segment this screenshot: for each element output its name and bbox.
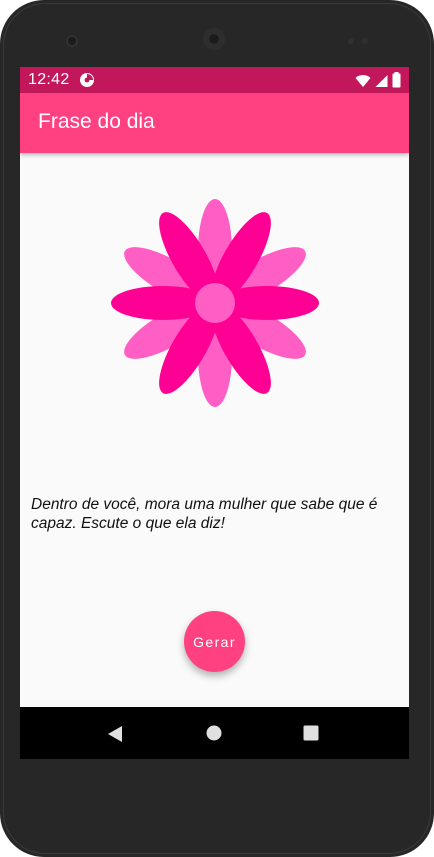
app-title: Frase do dia: [38, 110, 155, 133]
earpiece-speaker: [203, 28, 225, 50]
recents-icon[interactable]: [303, 725, 319, 745]
back-icon[interactable]: [107, 725, 123, 747]
front-camera: [66, 35, 78, 47]
generate-button[interactable]: Gerar: [184, 611, 245, 672]
quote-text: Dentro de você, mora uma mulher que sabe…: [31, 496, 378, 532]
app-bar: Frase do dia: [20, 93, 409, 153]
wifi-icon: [355, 73, 371, 92]
flower-icon: [111, 199, 319, 411]
notification-icon: [79, 72, 95, 92]
phone-frame: 12:42 Frase do dia Dentro de você, mora …: [0, 0, 434, 857]
light-sensor: [362, 38, 368, 44]
battery-icon: [392, 72, 401, 92]
signal-icon: [375, 73, 388, 92]
proximity-sensor: [348, 38, 354, 44]
navigation-bar: [20, 707, 409, 759]
screen: 12:42 Frase do dia Dentro de você, mora …: [20, 67, 409, 759]
status-time: 12:42: [28, 71, 70, 88]
home-icon[interactable]: [206, 725, 222, 745]
status-bar: 12:42: [20, 67, 409, 93]
status-icons: [355, 72, 401, 92]
